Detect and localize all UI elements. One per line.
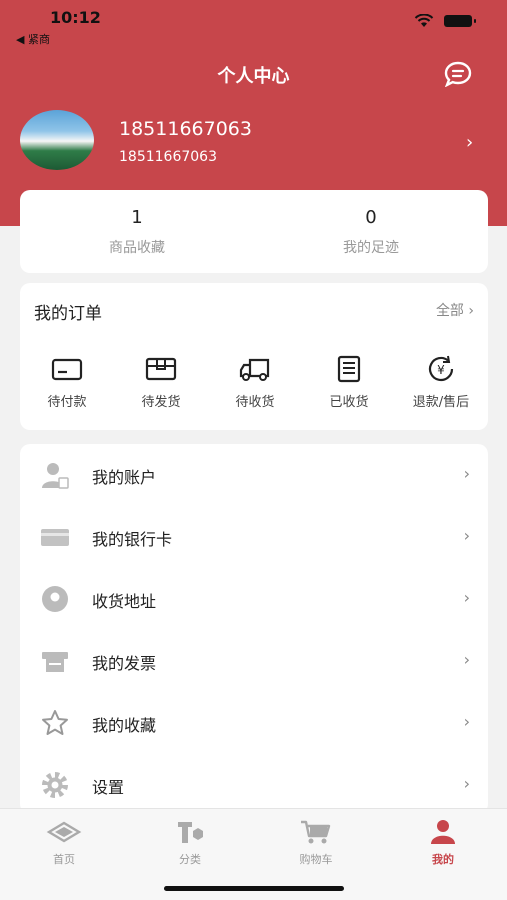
tab-category-label: 分类 bbox=[179, 853, 201, 866]
star-icon bbox=[42, 710, 68, 735]
tab-home[interactable]: 首页 bbox=[14, 819, 114, 867]
menu-item-favorites[interactable]: 我的收藏 › bbox=[20, 692, 488, 754]
menu-item-invoice[interactable]: 我的发票 › bbox=[20, 630, 488, 692]
settings-icon bbox=[42, 772, 68, 798]
order-received[interactable]: 已收货 bbox=[302, 355, 396, 410]
location-icon bbox=[42, 586, 68, 612]
tab-profile-label: 我的 bbox=[432, 853, 454, 866]
status-time: 10:12 bbox=[50, 8, 101, 27]
order-pending-receipt-label: 待收货 bbox=[235, 395, 275, 410]
menu-item-address-label: 收货地址 bbox=[92, 592, 157, 611]
message-icon[interactable] bbox=[444, 61, 472, 87]
tab-home-label: 首页 bbox=[53, 853, 75, 866]
order-pending-receipt[interactable]: 待收货 bbox=[208, 355, 302, 410]
chevron-right-icon: › bbox=[463, 650, 470, 669]
receipt-icon bbox=[337, 355, 361, 383]
chevron-right-icon: › bbox=[468, 303, 474, 319]
chevron-right-icon: › bbox=[463, 712, 470, 731]
bank-card-icon bbox=[41, 529, 69, 546]
user-phone: 18511667063 bbox=[119, 149, 217, 165]
favorites-label: 商品收藏 bbox=[109, 240, 165, 256]
order-refund-label: 退款/售后 bbox=[412, 395, 470, 410]
account-icon bbox=[42, 463, 69, 489]
menu-item-address[interactable]: 收货地址 › bbox=[20, 568, 488, 630]
stats-card: 1 商品收藏 0 我的足迹 bbox=[20, 190, 488, 273]
footprints-stat[interactable]: 0 我的足迹 bbox=[254, 190, 488, 273]
menu-item-favorites-label: 我的收藏 bbox=[92, 716, 157, 735]
battery-icon bbox=[444, 15, 476, 27]
profile-chevron-icon[interactable]: › bbox=[466, 132, 473, 153]
cart-icon bbox=[301, 820, 331, 844]
order-pending-shipment-label: 待发货 bbox=[141, 395, 181, 410]
chevron-right-icon: › bbox=[463, 464, 470, 483]
tab-category[interactable]: 分类 bbox=[140, 819, 240, 867]
order-pending-shipment[interactable]: 待发货 bbox=[114, 355, 208, 410]
user-icon bbox=[431, 820, 455, 844]
menu-item-invoice-label: 我的发票 bbox=[92, 654, 157, 673]
favorites-stat[interactable]: 1 商品收藏 bbox=[20, 190, 254, 273]
orders-all-link[interactable]: 全部 › bbox=[436, 300, 474, 320]
footprints-count: 0 bbox=[365, 207, 377, 228]
footprints-label: 我的足迹 bbox=[343, 240, 399, 256]
chevron-right-icon: › bbox=[463, 588, 470, 607]
invoice-icon bbox=[42, 652, 68, 672]
package-icon bbox=[145, 357, 177, 381]
settings-menu-card: 我的账户 › 我的银行卡 › 收货地址 › 我的发票 › 我的收藏 › 设置 › bbox=[20, 444, 488, 814]
order-pending-payment[interactable]: 待付款 bbox=[20, 355, 114, 410]
status-bar: 10:12 ◀ 紧商 bbox=[0, 6, 507, 46]
menu-item-account[interactable]: 我的账户 › bbox=[20, 444, 488, 506]
wifi-icon bbox=[414, 14, 434, 27]
truck-icon bbox=[239, 358, 270, 381]
orders-title: 我的订单 bbox=[34, 304, 102, 324]
category-icon bbox=[178, 822, 203, 843]
order-pending-payment-label: 待付款 bbox=[47, 395, 87, 410]
tab-cart[interactable]: 购物车 bbox=[266, 819, 366, 867]
menu-item-bank-card-label: 我的银行卡 bbox=[92, 530, 173, 549]
tab-cart-label: 购物车 bbox=[299, 853, 333, 866]
favorites-count: 1 bbox=[131, 207, 143, 228]
menu-item-bank-card[interactable]: 我的银行卡 › bbox=[20, 506, 488, 568]
refund-icon: ¥ bbox=[428, 355, 454, 382]
avatar[interactable] bbox=[20, 110, 94, 170]
page-title: 个人中心 bbox=[217, 66, 290, 87]
order-received-label: 已收货 bbox=[329, 395, 369, 410]
home-icon bbox=[46, 821, 82, 843]
tab-profile[interactable]: 我的 bbox=[393, 819, 493, 867]
order-refund[interactable]: ¥ 退款/售后 bbox=[394, 355, 488, 410]
menu-item-settings[interactable]: 设置 › bbox=[20, 754, 488, 816]
chevron-right-icon: › bbox=[463, 774, 470, 793]
chevron-right-icon: › bbox=[463, 526, 470, 545]
menu-item-settings-label: 设置 bbox=[92, 778, 125, 797]
card-icon bbox=[51, 358, 83, 381]
svg-text:¥: ¥ bbox=[437, 363, 445, 377]
back-to-app-link[interactable]: ◀ 紧商 bbox=[16, 31, 50, 47]
user-name: 18511667063 bbox=[119, 118, 252, 140]
orders-all-label: 全部 bbox=[435, 303, 464, 319]
menu-item-account-label: 我的账户 bbox=[92, 468, 157, 487]
home-indicator bbox=[164, 886, 344, 891]
orders-card: 我的订单 全部 › 待付款 待发货 待收货 已收货 ¥ 退款/售后 bbox=[20, 283, 488, 430]
